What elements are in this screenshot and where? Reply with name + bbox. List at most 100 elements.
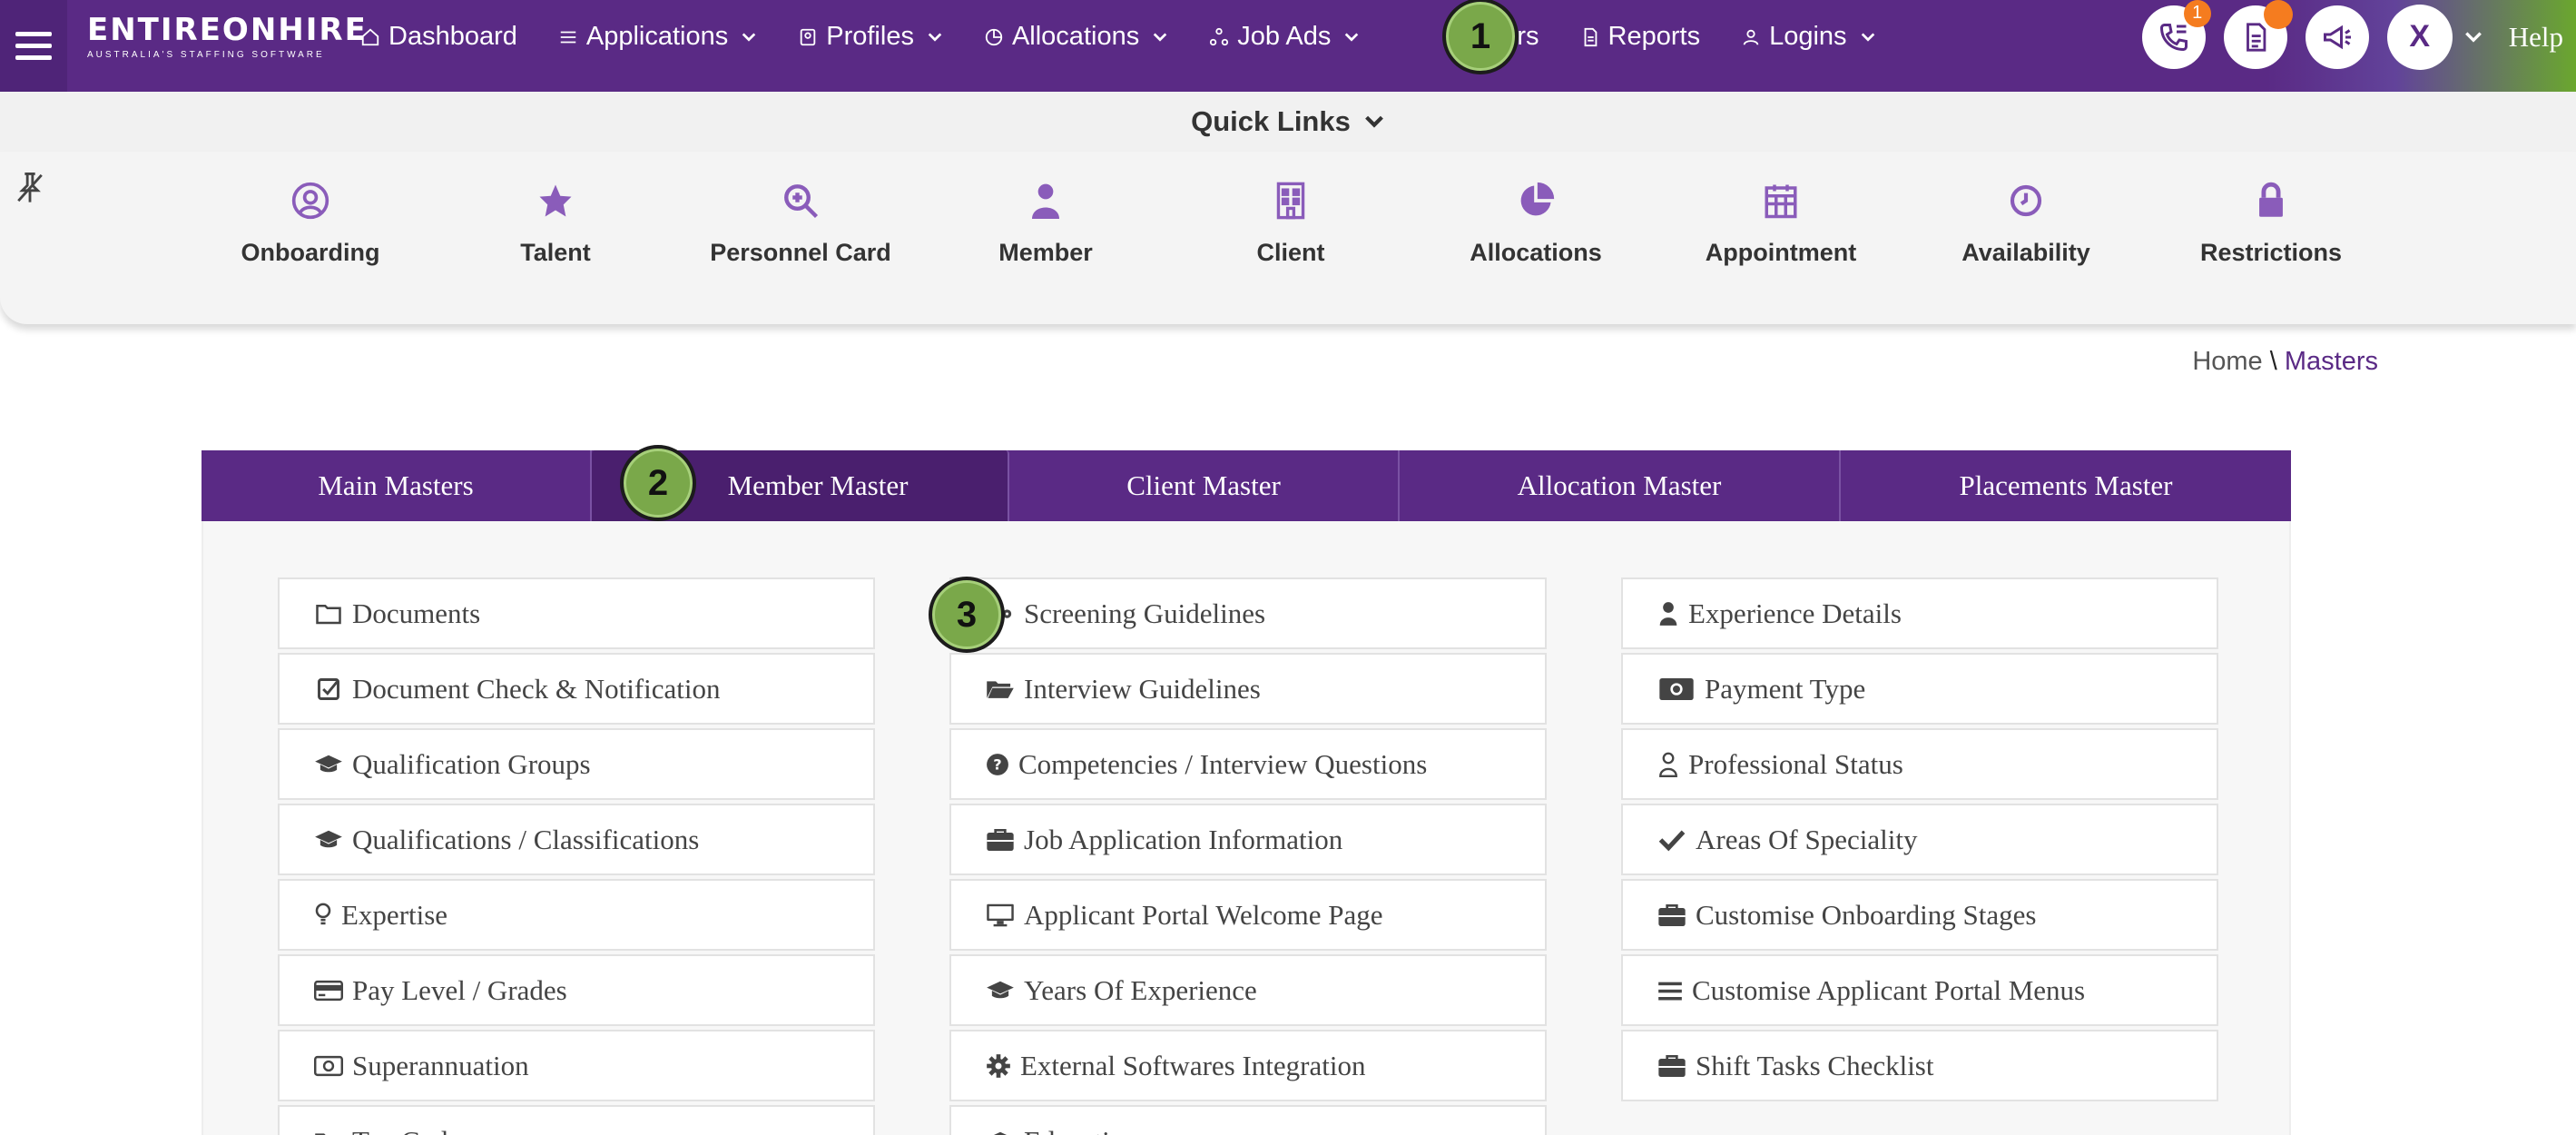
master-item-label: Customise Onboarding Stages — [1696, 898, 2037, 931]
master-item-tax-codes[interactable]: Tax Codes — [278, 1105, 875, 1135]
person-icon — [932, 179, 1159, 222]
master-item-applicant-portal-welcome[interactable]: Applicant Portal Welcome Page — [949, 879, 1547, 951]
logo-brand: ENTIREONHIRE — [87, 12, 368, 48]
quick-links-title: Quick Links — [1191, 105, 1351, 137]
quick-links-bar[interactable]: Quick Links — [0, 92, 2576, 152]
clock-icon — [1912, 179, 2139, 222]
nav-job-ads-label: Job Ads — [1237, 22, 1332, 51]
tab-placements-master[interactable]: Placements Master — [1841, 450, 2291, 521]
help-link[interactable]: Help — [2509, 21, 2563, 54]
quick-link-talent[interactable]: Talent — [442, 179, 669, 267]
master-item-onboarding-stages[interactable]: Customise Onboarding Stages — [1621, 879, 2218, 951]
quick-link-label: Talent — [520, 239, 591, 266]
master-item-label: Pay Level / Grades — [352, 973, 567, 1006]
tab-client-master[interactable]: Client Master — [1009, 450, 1400, 521]
briefcase-icon — [986, 825, 1015, 854]
announcements-button[interactable] — [2305, 5, 2369, 69]
quick-link-label: Member — [998, 239, 1093, 266]
master-item-areas-of-speciality[interactable]: Areas Of Speciality — [1621, 804, 2218, 875]
megaphone-icon — [2323, 25, 2351, 49]
file-icon — [1579, 26, 1601, 48]
nav-allocations[interactable]: Allocations — [983, 22, 1168, 52]
unpin-icon[interactable] — [15, 170, 45, 211]
graduation-cap-icon — [986, 1127, 1015, 1135]
master-item-document-check[interactable]: Document Check & Notification — [278, 653, 875, 725]
user-circle-icon — [197, 179, 424, 222]
master-item-label: Years Of Experience — [1024, 973, 1257, 1006]
master-item-qualification-groups[interactable]: Qualification Groups — [278, 728, 875, 800]
master-item-label: Payment Type — [1705, 672, 1866, 705]
documents-button[interactable] — [2223, 0, 2293, 69]
master-item-qualifications[interactable]: Qualifications / Classifications — [278, 804, 875, 875]
master-item-label: External Softwares Integration — [1020, 1049, 1366, 1081]
quick-link-client[interactable]: Client — [1177, 179, 1404, 267]
main-nav: Dashboard Applications Profiles Allocati… — [359, 0, 1916, 74]
question-circle-icon: ? — [986, 750, 1009, 779]
master-item-superannuation[interactable]: Superannuation — [278, 1030, 875, 1101]
tab-main-masters[interactable]: Main Masters — [202, 450, 592, 521]
master-item-screening-guidelines[interactable]: Screening Guidelines — [949, 577, 1547, 649]
quick-link-label: Personnel Card — [710, 239, 891, 266]
quick-link-label: Client — [1256, 239, 1325, 266]
master-item-external-softwares[interactable]: External Softwares Integration — [949, 1030, 1547, 1101]
breadcrumb-separator: \ — [2269, 347, 2277, 376]
master-item-label: Qualification Groups — [352, 747, 591, 780]
master-item-shift-tasks-checklist[interactable]: Shift Tasks Checklist — [1621, 1030, 2218, 1101]
step-marker-1: 1 — [1442, 0, 1519, 74]
hamburger-menu-icon[interactable] — [0, 0, 67, 92]
master-item-applicant-portal-menus[interactable]: Customise Applicant Portal Menus — [1621, 954, 2218, 1026]
nav-logins[interactable]: Logins — [1740, 22, 1875, 52]
master-item-job-application-info[interactable]: Job Application Information — [949, 804, 1547, 875]
master-item-label: Expertise — [341, 898, 448, 931]
user-outline-icon — [1657, 750, 1679, 779]
quick-link-label: Appointment — [1705, 239, 1857, 266]
nav-job-ads[interactable]: Job Ads — [1208, 22, 1360, 52]
nav-profiles[interactable]: Profiles — [797, 22, 943, 52]
chevron-down-icon[interactable] — [2463, 27, 2483, 47]
nav-applications[interactable]: Applications — [557, 22, 757, 52]
quick-links-toggle[interactable]: Quick Links — [1191, 105, 1385, 138]
masters-column-2: Screening Guidelines Interview Guideline… — [949, 577, 1547, 1135]
quick-link-availability[interactable]: Availability — [1912, 179, 2139, 267]
master-item-pay-level[interactable]: Pay Level / Grades — [278, 954, 875, 1026]
master-item-education[interactable]: Education — [949, 1105, 1547, 1135]
quick-link-allocations[interactable]: Allocations — [1422, 179, 1649, 267]
master-item-years-of-experience[interactable]: Years Of Experience — [949, 954, 1547, 1026]
call-log-button[interactable]: 1 — [2141, 0, 2211, 69]
master-item-label: Tax Codes — [352, 1125, 471, 1135]
credit-card-icon — [314, 976, 343, 1005]
quick-link-personnel-card[interactable]: Personnel Card — [687, 179, 914, 267]
building-icon — [1177, 179, 1404, 222]
chevron-down-icon — [1345, 32, 1359, 42]
master-item-documents[interactable]: Documents — [278, 577, 875, 649]
chevron-down-icon — [928, 32, 942, 42]
logo[interactable]: ENTIREONHIRE AUSTRALIA'S STAFFING SOFTWA… — [87, 13, 368, 62]
user-avatar[interactable]: X — [2386, 4, 2453, 70]
quick-link-member[interactable]: Member — [932, 179, 1159, 267]
briefcase-icon — [1657, 901, 1686, 930]
share-icon — [1208, 26, 1230, 48]
master-item-experience-details[interactable]: Experience Details — [1621, 577, 2218, 649]
quick-link-appointment[interactable]: Appointment — [1667, 179, 1894, 267]
masters-tabs: Main Masters Member Master Client Master… — [202, 450, 2291, 521]
master-item-label: Education — [1024, 1125, 1138, 1135]
tab-allocation-master[interactable]: Allocation Master — [1400, 450, 1841, 521]
quick-link-restrictions[interactable]: Restrictions — [2158, 179, 2384, 267]
chevron-down-icon — [742, 32, 756, 42]
list-icon — [557, 26, 579, 48]
nav-dashboard[interactable]: Dashboard — [359, 22, 517, 52]
master-item-label: Documents — [352, 597, 481, 629]
master-item-interview-guidelines[interactable]: Interview Guidelines — [949, 653, 1547, 725]
calendar-icon — [1667, 179, 1894, 222]
nav-dashboard-label: Dashboard — [388, 22, 517, 51]
phone-list-icon — [2159, 23, 2188, 51]
star-icon — [442, 179, 669, 222]
master-item-competencies[interactable]: ? Competencies / Interview Questions — [949, 728, 1547, 800]
master-item-payment-type[interactable]: Payment Type — [1621, 653, 2218, 725]
master-item-professional-status[interactable]: Professional Status — [1621, 728, 2218, 800]
step-marker-3: 3 — [929, 577, 1005, 653]
master-item-expertise[interactable]: Expertise — [278, 879, 875, 951]
quick-link-onboarding[interactable]: Onboarding — [197, 179, 424, 267]
nav-reports[interactable]: Reports — [1579, 22, 1700, 52]
breadcrumb-home[interactable]: Home — [2192, 347, 2262, 376]
